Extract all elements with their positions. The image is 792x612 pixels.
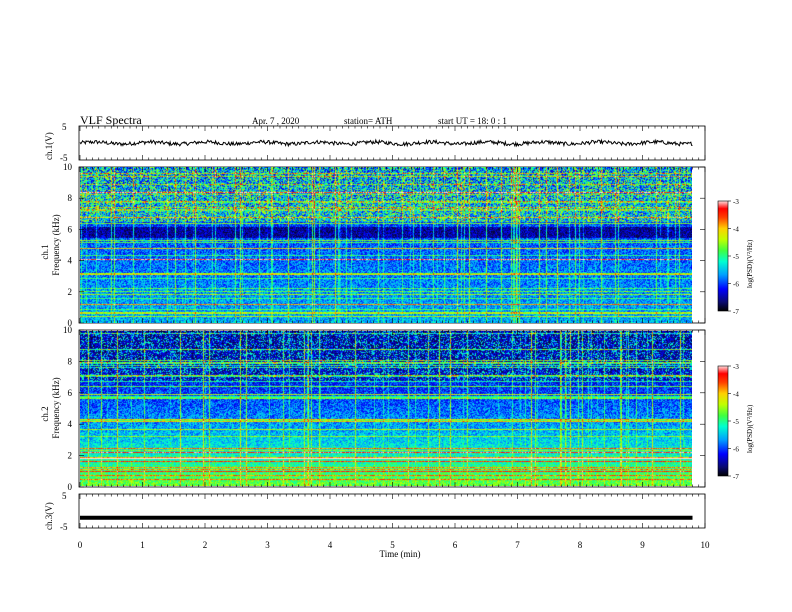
colorbar-tick-label--3: -3	[733, 363, 739, 371]
ch2-spectrogram-image	[80, 331, 692, 486]
vlf-spectra-figure: VLF Spectra Apr. 7 , 2020 station= ATH s…	[40, 113, 754, 559]
ch1-ytick-top: 5	[62, 122, 67, 132]
ch1-voltage-panel: 5 -5 ch.1(V)	[44, 122, 706, 163]
ch1-colorbar-ticks: -3 -4 -5 -6 -7	[728, 198, 739, 316]
y-tick-label-0: 0	[68, 482, 73, 492]
ch1-colorbar	[717, 200, 729, 312]
x-tick-label-0: 0	[78, 540, 83, 550]
x-tick-label-7: 7	[515, 540, 520, 550]
colorbar-tick-label--5: -5	[733, 253, 739, 261]
x-tick-label-8: 8	[578, 540, 583, 550]
y-tick-label-8: 8	[68, 193, 73, 203]
colorbar-tick-label--5: -5	[733, 418, 739, 426]
ch2-spectrogram-ylabel-frequency: Frequency (kHz)	[51, 377, 61, 438]
y-tick-label-2: 2	[68, 451, 73, 461]
ch1-colorbar-label: log(PSD)(V²/Hz)	[746, 239, 754, 288]
date-label: Apr. 7 , 2020	[252, 116, 300, 126]
x-tick-label-1: 1	[140, 540, 145, 550]
y-tick-label-10: 10	[63, 162, 73, 172]
x-tick-label-2: 2	[203, 540, 208, 550]
ch3-voltage-panel: 5 -5 ch.3(V)	[44, 491, 706, 532]
ch3-voltage-ticks	[79, 494, 706, 528]
colorbar-tick-label--3: -3	[733, 198, 739, 206]
ch1-voltage-ylabel: ch.1(V)	[44, 132, 54, 160]
y-tick-label-6: 6	[68, 388, 73, 398]
y-tick-label-8: 8	[68, 356, 73, 366]
colorbar-tick-label--7: -7	[733, 473, 739, 481]
station-label: station= ATH	[344, 116, 393, 126]
ch2-colorbar-label: log(PSD)(V²/Hz)	[746, 404, 754, 453]
figure-title: VLF Spectra	[80, 113, 142, 127]
y-tick-label-10: 10	[63, 325, 73, 335]
colorbar-tick-label--4: -4	[733, 226, 739, 234]
time-axis-label: Time (min)	[380, 549, 421, 559]
colorbar-tick-label--6: -6	[733, 446, 739, 454]
y-tick-label-4: 4	[68, 256, 73, 266]
ch1-spectrogram-image	[80, 167, 692, 323]
y-tick-label-4: 4	[68, 419, 73, 429]
ch3-voltage-frame	[78, 493, 706, 529]
ch1-spectrogram-panel: 0246810 ch.1 Frequency (kHz) -3-4-5-6-7 …	[40, 162, 754, 328]
colorbar-tick-label--7: -7	[733, 308, 739, 316]
y-tick-label-2: 2	[68, 287, 73, 297]
ch3-ytick-bottom: -5	[60, 522, 68, 532]
x-tick-label-6: 6	[453, 540, 458, 550]
ch2-colorbar-ticks: -3 -4 -5 -6 -7	[728, 363, 739, 481]
ch1-spectrogram-ylabel-frequency: Frequency (kHz)	[51, 214, 61, 275]
x-tick-label-10: 10	[701, 540, 711, 550]
ch2-spectrogram-ylabel-channel: ch.2	[40, 406, 50, 421]
ch1-voltage-trace	[79, 138, 693, 148]
x-tick-label-9: 9	[640, 540, 645, 550]
start-time-label: start UT = 18: 0 : 1	[438, 116, 507, 126]
ch2-colorbar	[717, 365, 729, 477]
ch3-ytick-top: 5	[62, 491, 67, 501]
y-tick-label-6: 6	[68, 224, 73, 234]
x-tick-label-3: 3	[265, 540, 270, 550]
ch1-spectrogram-ylabel-channel: ch.1	[40, 244, 50, 259]
colorbar-tick-label--6: -6	[733, 281, 739, 289]
colorbar-tick-label--4: -4	[733, 391, 739, 399]
ch2-spectrogram-panel: 0246810 ch.2 Frequency (kHz) -3-4-5-6-7 …	[40, 325, 754, 492]
x-tick-label-4: 4	[328, 540, 333, 550]
ch3-voltage-ylabel: ch.3(V)	[44, 502, 54, 530]
